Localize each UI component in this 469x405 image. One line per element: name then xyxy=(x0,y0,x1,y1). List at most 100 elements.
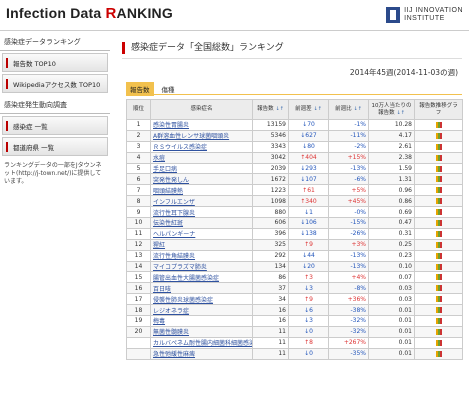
per-100k-cell: 0.96 xyxy=(368,184,415,197)
disease-name-link[interactable]: ＲＳウイルス感染症 xyxy=(150,140,253,153)
per-100k-cell: 2.38 xyxy=(368,151,415,164)
bar-chart-icon[interactable] xyxy=(435,285,442,292)
col-week-ratio-label: 前週比 xyxy=(335,106,352,113)
page-header: Infection Data RANKING IIJ INNOVATION IN… xyxy=(0,0,469,30)
count-cell: 396 xyxy=(252,227,289,240)
bar-chart-icon[interactable] xyxy=(435,198,442,205)
disease-name-link[interactable]: 無菌性髄膜炎 xyxy=(150,325,253,338)
disease-name-link[interactable]: 流行性耳下腺炎 xyxy=(150,206,253,219)
table-row: 9 流行性耳下腺炎 880 ↓1 -0% 0.69 xyxy=(126,206,463,219)
sort-icon[interactable]: ↓↑ xyxy=(275,106,283,112)
disease-name-link[interactable]: 流行性角結膜炎 xyxy=(150,249,253,262)
bar-chart-icon[interactable] xyxy=(435,350,442,357)
disease-name-link[interactable]: 突発性発しん xyxy=(150,173,253,186)
bar-chart-icon[interactable] xyxy=(435,219,442,226)
disease-name-link[interactable]: 梅毒 xyxy=(150,315,253,327)
disease-name-link[interactable]: ヘルパンギーナ xyxy=(150,227,253,240)
bar-chart-icon[interactable] xyxy=(435,121,442,128)
per-100k-cell: 0.07 xyxy=(368,271,415,284)
week-ratio-cell: -26% xyxy=(328,227,369,240)
bar-chart-icon[interactable] xyxy=(435,339,442,346)
iij-mark-icon xyxy=(386,7,401,23)
table-row: 19 梅毒 16 ↓3 -32% 0.01 xyxy=(126,315,463,327)
sort-icon[interactable]: ↓↑ xyxy=(353,106,361,112)
col-week-diff[interactable]: 前週差 ↓↑ xyxy=(288,99,329,120)
site-logo[interactable]: Infection Data RANKING xyxy=(6,5,173,22)
table-row: 3 ＲＳウイルス感染症 3343 ↓80 -2% 2.61 xyxy=(126,140,463,153)
week-diff-cell: ↓44 xyxy=(288,249,329,262)
disease-name-link[interactable]: 伝染性紅斑 xyxy=(150,217,253,229)
disease-name-link[interactable]: 腸管出血性大腸菌感染症 xyxy=(150,271,253,284)
bar-chart-icon[interactable] xyxy=(435,187,442,194)
disease-name-link[interactable]: 急性弛緩性麻痺 xyxy=(150,347,253,360)
bar-chart-icon[interactable] xyxy=(435,296,442,303)
col-week-diff-label: 前週差 xyxy=(295,106,312,113)
bar-chart-icon[interactable] xyxy=(435,263,442,270)
iij-logo[interactable]: IIJ INNOVATION INSTITUTE xyxy=(386,5,463,25)
count-cell: 5346 xyxy=(252,129,289,142)
table-row: 急性弛緩性麻痺 11 ↓0 -35% 0.01 xyxy=(126,347,463,360)
week-diff-cell: ↓6 xyxy=(288,304,329,317)
bar-chart-icon[interactable] xyxy=(435,154,442,161)
sidebar-note: ランキングデータの一部をJタウンネット(http://j-town.net/)に… xyxy=(4,162,102,185)
week-ratio-cell: +5% xyxy=(328,184,369,197)
bar-chart-icon[interactable] xyxy=(435,252,442,259)
week-ratio-cell: -35% xyxy=(328,347,369,360)
bar-chart-icon[interactable] xyxy=(435,143,442,150)
sidebar-item-disease-list[interactable]: 感染症 一覧 xyxy=(2,116,108,135)
count-cell: 16 xyxy=(252,304,289,317)
bar-chart-icon[interactable] xyxy=(435,176,442,183)
bar-chart-icon[interactable] xyxy=(435,274,442,281)
rank-cell: 20 xyxy=(126,325,151,338)
graph-cell xyxy=(414,184,463,197)
week-diff-value: 0 xyxy=(309,328,313,336)
sidebar-item-report-top10[interactable]: 報告数 TOP10 xyxy=(2,53,108,72)
per-100k-cell: 0.01 xyxy=(368,347,415,360)
sort-icon[interactable]: ↓↑ xyxy=(313,106,321,112)
week-ratio-cell: -32% xyxy=(328,325,369,338)
col-week-ratio[interactable]: 前週比 ↓↑ xyxy=(328,99,369,120)
col-count-label: 報告数 xyxy=(257,106,274,113)
sort-icon[interactable]: ↓↑ xyxy=(396,110,404,116)
week-ratio-cell: -32% xyxy=(328,315,369,327)
bar-chart-icon[interactable] xyxy=(435,132,442,139)
bar-chart-icon[interactable] xyxy=(435,165,442,172)
disease-name-link[interactable]: 感染性胃腸炎 xyxy=(150,119,253,131)
disease-name-link[interactable]: カルバペネム耐性腸内細菌科細菌感染症 xyxy=(150,336,253,349)
disease-name-link[interactable]: 水痘 xyxy=(150,151,253,164)
logo-prefix: Infection Data xyxy=(6,5,106,21)
disease-name-link[interactable]: A群溶血性レンサ球菌咽頭炎 xyxy=(150,129,253,142)
col-per-100k[interactable]: 10万人当たりの報告数 ↓↑ xyxy=(368,99,415,120)
rank-cell: 5 xyxy=(126,162,151,175)
week-diff-value: 61 xyxy=(307,186,315,194)
bar-chart-icon[interactable] xyxy=(435,241,442,248)
disease-name-link[interactable]: 侵襲性肺炎球菌感染症 xyxy=(150,293,253,306)
col-count[interactable]: 報告数 ↓↑ xyxy=(252,99,289,120)
disease-name-link[interactable]: 咽頭結膜熱 xyxy=(150,184,253,197)
main-content: 感染症データ「全国総数」ランキング 2014年45週(2014-11-03の週)… xyxy=(122,42,463,360)
week-ratio-cell: -1% xyxy=(328,119,369,131)
bar-chart-icon[interactable] xyxy=(435,209,442,216)
bar-chart-icon[interactable] xyxy=(435,317,442,324)
disease-name-link[interactable]: インフルエンザ xyxy=(150,195,253,208)
week-ratio-cell: -2% xyxy=(328,140,369,153)
disease-name-link[interactable]: マイコプラズマ肺炎 xyxy=(150,260,253,273)
week-label: 2014年45週(2014-11-03の週) xyxy=(349,68,458,77)
disease-name-link[interactable]: レジオネラ症 xyxy=(150,304,253,317)
rank-cell: 17 xyxy=(126,293,151,306)
count-cell: 606 xyxy=(252,217,289,229)
sidebar-item-wikipedia-top10[interactable]: Wikipediaアクセス数 TOP10 xyxy=(2,74,108,93)
graph-cell xyxy=(414,173,463,186)
bar-chart-icon[interactable] xyxy=(435,230,442,237)
per-100k-cell: 0.01 xyxy=(368,304,415,317)
rank-cell: 11 xyxy=(126,227,151,240)
per-100k-cell: 1.31 xyxy=(368,173,415,186)
bar-chart-icon[interactable] xyxy=(435,307,442,314)
disease-name-link[interactable]: 百日咳 xyxy=(150,282,253,295)
table-header-row: 順位 感染症名 報告数 ↓↑ 前週差 ↓↑ 前週比 ↓↑ 10万人当たりの報告数… xyxy=(126,99,463,120)
bar-chart-icon[interactable] xyxy=(435,328,442,335)
disease-name-link[interactable]: 猩紅 xyxy=(150,238,253,251)
week-diff-cell: ↑8 xyxy=(288,336,329,349)
sidebar-item-prefecture-list[interactable]: 都道府県 一覧 xyxy=(2,137,108,156)
disease-name-link[interactable]: 手足口病 xyxy=(150,162,253,175)
